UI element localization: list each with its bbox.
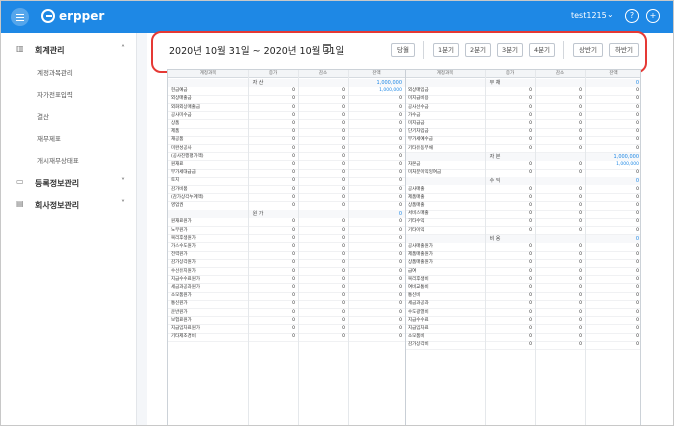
column-divider bbox=[535, 70, 536, 425]
user-name[interactable]: test1215 bbox=[571, 11, 607, 20]
column-header: 감소 bbox=[555, 71, 565, 76]
divider bbox=[423, 41, 424, 59]
calendar-icon[interactable] bbox=[323, 44, 331, 52]
column-header: 계정과목 bbox=[199, 71, 217, 76]
chevron-down-icon[interactable]: ⌄ bbox=[607, 10, 614, 19]
period-button-h2[interactable]: 하반기 bbox=[609, 43, 639, 57]
menu-icon[interactable] bbox=[11, 8, 29, 26]
sidebar-subitem-financial-statements[interactable]: 재무제표 bbox=[37, 133, 61, 143]
section-header-row: 자 본 1,000,000 bbox=[405, 152, 640, 161]
sidebar-item-label: 회계관리 bbox=[35, 46, 65, 55]
column-header: 증가 bbox=[505, 71, 515, 76]
trial-balance-table: 계정과목 증가 감소 잔액 계정과목 증가 감소 잔액 자 산 1,000,000… bbox=[167, 69, 641, 425]
section-title: 부 채 bbox=[489, 80, 501, 86]
sidebar-item-company[interactable]: ▤ 회사정보관리 ˅ bbox=[1, 195, 137, 215]
date-range[interactable]: 2020년 10월 31일 ~ 2020년 10월 31일 bbox=[169, 43, 344, 57]
chevron-down-icon: ˅ bbox=[121, 199, 125, 208]
section-header-row: 비 용 0 bbox=[405, 234, 640, 243]
logo-text: erpper bbox=[59, 9, 105, 23]
column-divider bbox=[405, 70, 406, 425]
divider bbox=[563, 41, 564, 59]
period-button-q4[interactable]: 4분기 bbox=[529, 43, 555, 57]
help-icon[interactable]: ? bbox=[625, 9, 639, 23]
chevron-up-icon: ˄ bbox=[121, 44, 125, 53]
column-divider bbox=[585, 70, 586, 425]
section-title: 원 가 bbox=[252, 211, 264, 218]
top-bar: erpper test1215 ⌄ ? + bbox=[1, 1, 673, 33]
sidebar-item-label: 등록정보관리 bbox=[35, 179, 80, 188]
column-divider bbox=[248, 70, 249, 425]
sidebar-subitem-opening-balance[interactable]: 개시재무상태표 bbox=[37, 155, 79, 165]
section-title: 자 산 bbox=[252, 80, 264, 86]
date-filter-panel: 2020년 10월 31일 ~ 2020년 10월 31일 당월 1분기 2분기… bbox=[151, 31, 647, 73]
section-title: 비 용 bbox=[489, 235, 501, 242]
section-title: 자 본 bbox=[489, 153, 501, 160]
column-header: 잔액 bbox=[609, 71, 618, 76]
bar-chart-icon: ▥ bbox=[16, 44, 24, 53]
sidebar-subitem-account-code[interactable]: 계정과목관리 bbox=[37, 67, 73, 77]
plus-icon[interactable]: + bbox=[646, 9, 660, 23]
column-header: 감소 bbox=[318, 71, 328, 76]
column-header: 잔액 bbox=[372, 71, 381, 76]
sidebar-subitem-closing[interactable]: 결산 bbox=[37, 111, 49, 121]
chevron-down-icon: ˅ bbox=[121, 177, 125, 186]
section-total: 0 bbox=[635, 178, 639, 185]
period-button-q1[interactable]: 1분기 bbox=[433, 43, 459, 57]
document-icon: ▤ bbox=[16, 199, 24, 208]
period-button-month[interactable]: 당월 bbox=[391, 43, 415, 57]
row-divider bbox=[405, 349, 640, 350]
period-button-q3[interactable]: 3분기 bbox=[497, 43, 523, 57]
sidebar-subitem-voucher[interactable]: 자가전표입력 bbox=[37, 89, 73, 99]
column-divider bbox=[348, 70, 349, 425]
sidebar-item-label: 회사정보관리 bbox=[35, 201, 80, 210]
section-header-row: 원 가 0 bbox=[168, 210, 405, 219]
sidebar-item-accounting[interactable]: ▥ 회계관리 ˄ bbox=[1, 40, 137, 60]
section-total: 1,000,000 bbox=[376, 80, 402, 86]
column-divider bbox=[485, 70, 486, 425]
period-button-q2[interactable]: 2분기 bbox=[465, 43, 491, 57]
section-header-row: 수 익 0 bbox=[405, 177, 640, 186]
section-header-row: 자 산 1,000,000 bbox=[168, 79, 405, 87]
monitor-icon: ▭ bbox=[16, 177, 24, 186]
section-total: 0 bbox=[635, 80, 639, 86]
period-button-h1[interactable]: 상반기 bbox=[573, 43, 603, 57]
logo[interactable]: erpper bbox=[41, 9, 104, 23]
column-header: 계정과목 bbox=[436, 71, 454, 76]
section-total: 1,000,000 bbox=[613, 153, 639, 160]
column-header: 증가 bbox=[268, 71, 278, 76]
sidebar-item-registration[interactable]: ▭ 등록정보관리 ˅ bbox=[1, 173, 137, 193]
app-window: erpper test1215 ⌄ ? + ▥ 회계관리 ˄ 계정과목관리 자가… bbox=[0, 0, 674, 426]
column-divider bbox=[298, 70, 299, 425]
section-total: 0 bbox=[398, 211, 402, 218]
row-divider bbox=[168, 340, 405, 342]
section-total: 0 bbox=[635, 235, 639, 242]
section-header-row: 부 채 0 bbox=[405, 79, 640, 87]
sidebar: ▥ 회계관리 ˄ 계정과목관리 자가전표입력 결산 재무제표 개시재무상태표 ▭… bbox=[1, 33, 137, 425]
section-title: 수 익 bbox=[489, 178, 501, 185]
logo-icon bbox=[41, 9, 55, 23]
